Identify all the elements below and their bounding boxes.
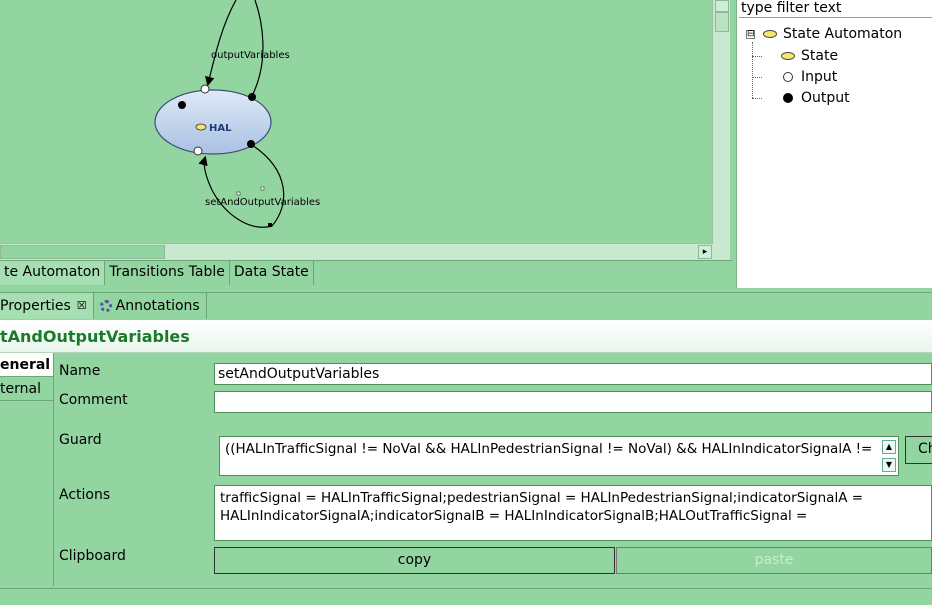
tab-label: Annotations [115,298,200,314]
tree-item-label: Input [801,69,838,85]
tab-annotations[interactable]: Annotations [94,293,207,319]
actions-line: HALInIndicatorSignalA;indicatorSignalB =… [220,508,808,524]
vertical-scroll-thumb[interactable] [715,12,729,32]
output-port [247,140,255,148]
guard-label: Guard [59,432,102,448]
copy-button[interactable]: copy [214,547,615,574]
outline-panel: type filter text ⊟ State Automaton State… [736,0,932,288]
properties-tab-bar: Properties ☒ Annotations [0,292,932,319]
tree-item-label: State Automaton [783,26,903,42]
collapse-icon[interactable]: ⊟ [746,29,755,39]
canvas-horizontal-scrollbar[interactable]: ▸ [0,243,712,260]
tree-item-label: State [801,48,839,64]
scroll-up-arrow[interactable] [715,0,729,12]
paste-button[interactable]: paste [616,547,932,574]
transition-label-bottom: setAndOutputVariables [205,197,320,208]
horizontal-scroll-thumb[interactable] [0,245,165,259]
output-port [248,93,256,101]
name-label: Name [59,363,101,379]
close-icon[interactable]: ☒ [77,293,87,319]
state-label: HAL [209,123,232,134]
state-ellipse-icon [781,52,795,60]
tree-item-output[interactable]: Output [783,88,850,108]
clipboard-label: Clipboard [59,548,126,564]
tree-item-input[interactable]: Input [783,67,837,87]
canvas-vertical-scrollbar[interactable] [712,0,730,244]
scroll-up-icon[interactable]: ▲ [882,440,896,454]
side-tab-general[interactable]: eneral [0,353,53,377]
scroll-down-icon[interactable]: ▼ [882,458,896,472]
scroll-right-arrow[interactable]: ▸ [698,245,712,259]
name-field[interactable]: setAndOutputVariables [214,363,932,385]
transition-set-and-output-variables [198,144,285,228]
comment-field[interactable] [214,391,932,413]
status-bar [0,588,932,605]
transition-label-top: outputVariables [211,50,290,61]
state-ellipse-icon [763,30,777,38]
output-port [178,101,186,109]
actions-line: trafficSignal = HALInTrafficSignal;pedes… [220,490,864,506]
tab-state-automaton[interactable]: te Automaton [0,261,106,285]
input-port [200,84,210,94]
tree-item-state[interactable]: State [781,46,838,66]
input-circle-icon [783,72,793,82]
side-tab-internal[interactable]: ternal [0,377,53,401]
tree-item-label: Output [801,90,850,106]
scroll-corner [712,244,730,260]
tab-transitions-table[interactable]: Transitions Table [105,261,230,285]
tab-properties[interactable]: Properties ☒ [0,293,94,319]
state-diagram[interactable]: HAL outputVariables setAndOutputVariable… [0,0,712,244]
guard-text: ((HALInTrafficSignal != NoVal && HALInPe… [225,441,873,457]
tab-label: Properties [0,298,71,314]
tab-data-state[interactable]: Data State [230,261,314,285]
properties-side-tabs: eneral ternal [0,353,54,586]
actions-field[interactable]: trafficSignal = HALInTrafficSignal;pedes… [214,485,932,541]
transition-output-variables [208,0,264,97]
tree-item-state-automaton[interactable]: ⊟ State Automaton [746,24,902,44]
filter-input[interactable]: type filter text [739,0,932,18]
state-icon [195,123,207,131]
comment-label: Comment [59,392,128,408]
diagram-canvas[interactable]: HAL outputVariables setAndOutputVariable… [0,0,712,244]
check-guard-button[interactable]: Ch [905,436,932,464]
gear-icon [99,300,112,312]
output-dot-icon [783,93,793,103]
actions-label: Actions [59,487,111,503]
guard-field[interactable]: ((HALInTrafficSignal != NoVal && HALInPe… [219,436,899,476]
input-port [193,146,203,156]
properties-title: tAndOutputVariables [0,320,932,353]
editor-tab-bar: te Automaton Transitions Table Data Stat… [0,260,732,285]
